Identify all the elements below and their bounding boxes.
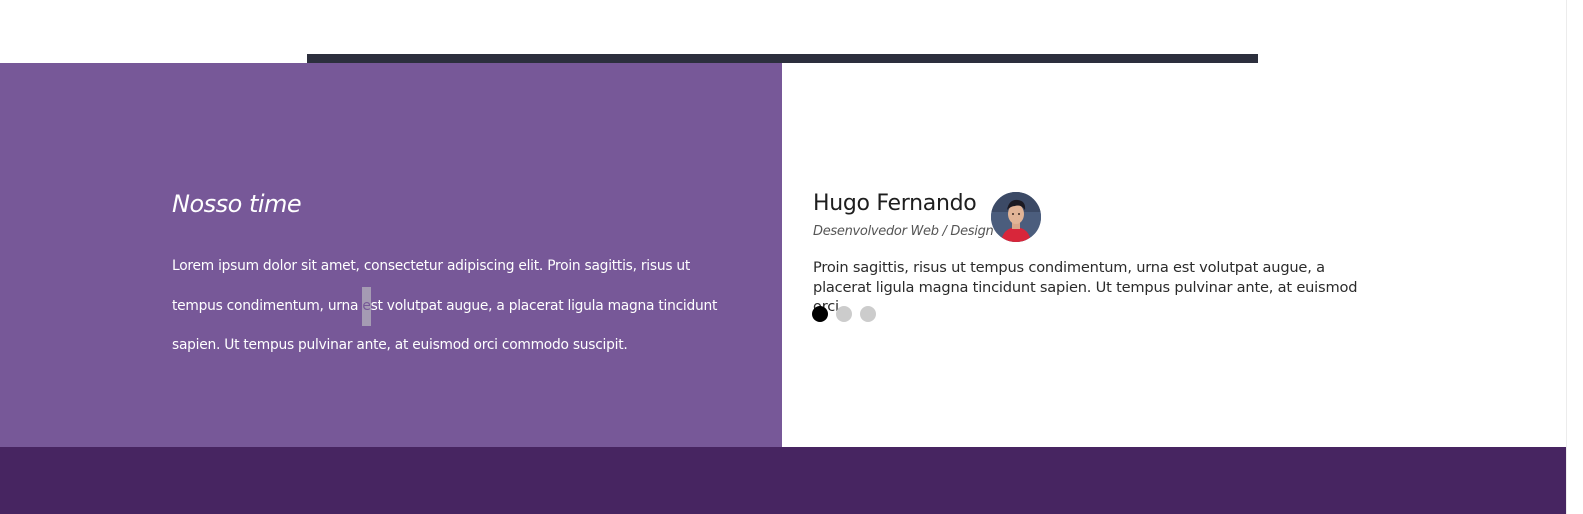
slide-dot-3[interactable] bbox=[860, 306, 876, 322]
slider-dots bbox=[812, 306, 876, 322]
member-quote: Proin sagittis, risus ut tempus condimen… bbox=[813, 259, 1358, 315]
scrollbar-track[interactable] bbox=[1566, 0, 1583, 514]
slide-dot-1[interactable] bbox=[812, 306, 828, 322]
testimonial-panel bbox=[782, 63, 1566, 447]
footer-band bbox=[0, 447, 1566, 514]
member-role: Desenvolvedor Web / Design bbox=[813, 224, 994, 239]
text-cursor: e bbox=[362, 286, 371, 326]
slide-dot-2[interactable] bbox=[836, 306, 852, 322]
avatar bbox=[991, 192, 1041, 242]
section-description: Lorem ipsum dolor sit amet, consectetur … bbox=[172, 247, 742, 366]
person-avatar-icon bbox=[991, 192, 1041, 242]
member-name: Hugo Fernando bbox=[813, 191, 977, 216]
section-title: Nosso time bbox=[172, 190, 302, 218]
